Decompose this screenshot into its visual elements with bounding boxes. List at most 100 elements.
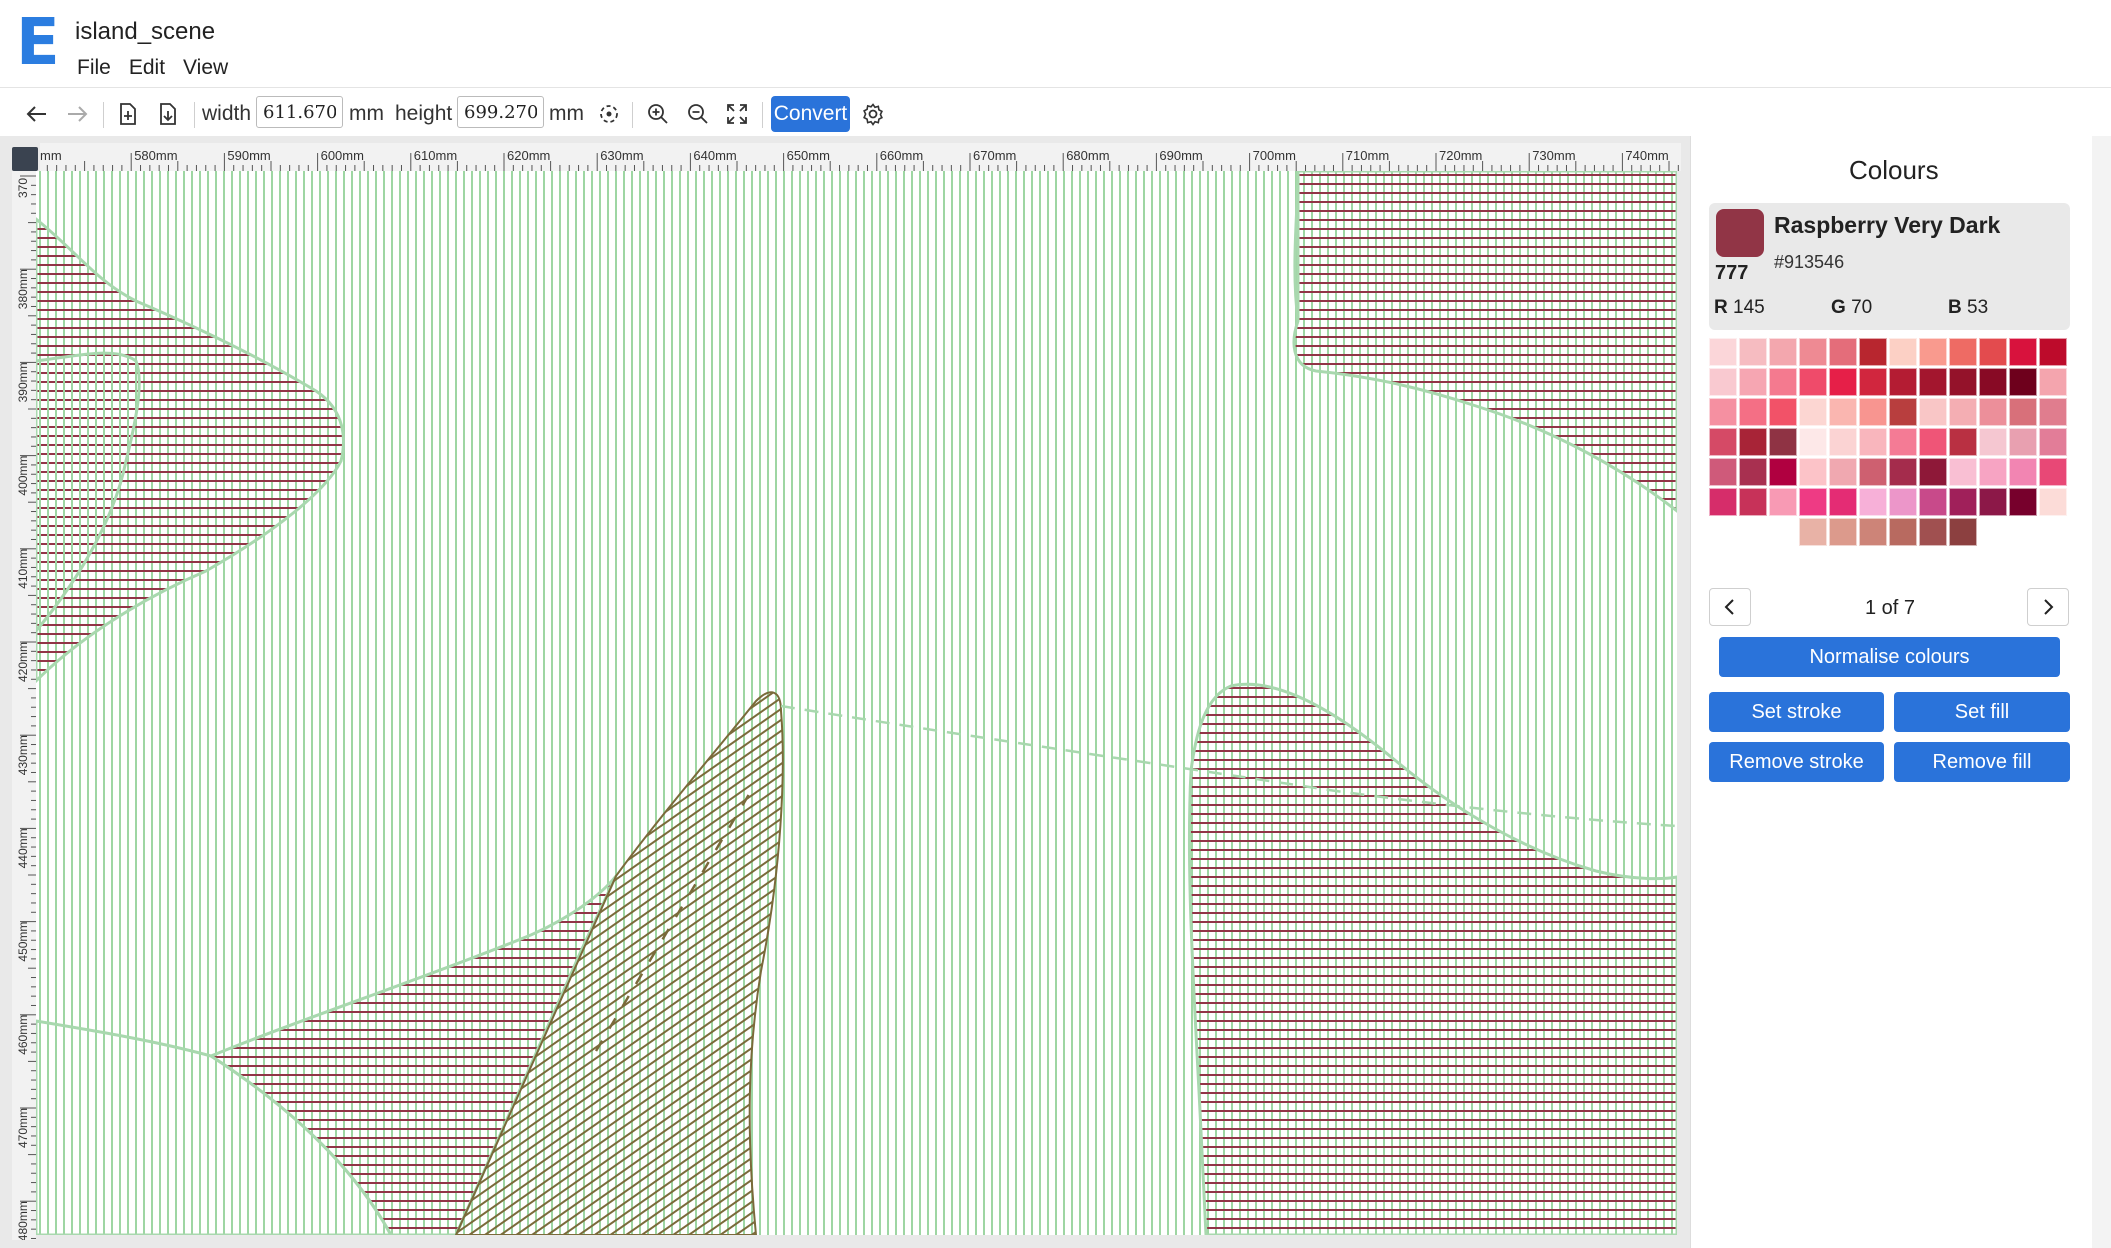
palette-swatch[interactable] [1859, 428, 1887, 456]
palette-swatch[interactable] [1859, 368, 1887, 396]
recenter-icon[interactable] [594, 94, 624, 134]
palette-swatch[interactable] [2039, 398, 2067, 426]
palette-swatch[interactable] [1859, 488, 1887, 516]
palette-swatch[interactable] [1919, 368, 1947, 396]
palette-swatch[interactable] [1799, 428, 1827, 456]
palette-swatch[interactable] [2009, 398, 2037, 426]
palette-swatch[interactable] [2009, 428, 2037, 456]
palette-swatch[interactable] [1709, 458, 1737, 486]
palette-swatch[interactable] [1769, 398, 1797, 426]
zoom-in-icon[interactable] [643, 94, 673, 134]
palette-swatch[interactable] [1709, 428, 1737, 456]
palette-swatch[interactable] [1829, 338, 1857, 366]
set-stroke-button[interactable]: Set stroke [1709, 692, 1884, 732]
remove-fill-button[interactable]: Remove fill [1894, 742, 2070, 782]
palette-swatch[interactable] [1949, 398, 1977, 426]
back-arrow-icon[interactable] [22, 94, 52, 134]
export-file-icon[interactable] [155, 94, 181, 134]
palette-swatch[interactable] [2009, 458, 2037, 486]
palette-swatch[interactable] [1799, 398, 1827, 426]
palette-swatch[interactable] [1739, 338, 1767, 366]
palette-swatch[interactable] [1859, 518, 1887, 546]
palette-swatch[interactable] [1709, 338, 1737, 366]
palette-swatch[interactable] [1949, 368, 1977, 396]
palette-swatch[interactable] [1979, 488, 2007, 516]
palette-swatch[interactable] [1919, 428, 1947, 456]
width-input[interactable] [256, 96, 343, 128]
palette-swatch[interactable] [1709, 398, 1737, 426]
menu-edit[interactable]: Edit [129, 56, 165, 80]
palette-swatch[interactable] [1739, 428, 1767, 456]
palette-swatch[interactable] [1859, 338, 1887, 366]
remove-stroke-button[interactable]: Remove stroke [1709, 742, 1884, 782]
palette-swatch[interactable] [1829, 368, 1857, 396]
palette-swatch[interactable] [1769, 458, 1797, 486]
palette-swatch[interactable] [1889, 398, 1917, 426]
palette-swatch[interactable] [1799, 458, 1827, 486]
height-input[interactable] [457, 96, 544, 128]
palette-swatch[interactable] [1889, 338, 1917, 366]
palette-swatch[interactable] [1769, 428, 1797, 456]
fit-screen-icon[interactable] [722, 94, 752, 134]
convert-button[interactable]: Convert [771, 96, 850, 132]
palette-swatch[interactable] [2009, 488, 2037, 516]
palette-swatch[interactable] [2039, 488, 2067, 516]
palette-swatch[interactable] [1799, 488, 1827, 516]
import-file-icon[interactable] [115, 94, 141, 134]
palette-swatch[interactable] [1949, 458, 1977, 486]
palette-swatch[interactable] [2039, 338, 2067, 366]
palette-swatch[interactable] [1859, 398, 1887, 426]
palette-swatch[interactable] [1889, 518, 1917, 546]
palette-swatch[interactable] [2039, 458, 2067, 486]
island-scene-drawing[interactable] [36, 171, 1677, 1235]
palette-swatch[interactable] [1829, 518, 1857, 546]
normalise-colours-button[interactable]: Normalise colours [1719, 637, 2060, 677]
menu-view[interactable]: View [183, 56, 228, 80]
drawing-canvas[interactable] [36, 171, 1677, 1235]
palette-swatch[interactable] [1949, 488, 1977, 516]
palette-swatch[interactable] [1919, 398, 1947, 426]
palette-swatch[interactable] [1979, 338, 2007, 366]
palette-swatch[interactable] [2009, 338, 2037, 366]
palette-swatch[interactable] [1979, 428, 2007, 456]
palette-swatch[interactable] [1709, 368, 1737, 396]
palette-swatch[interactable] [1739, 458, 1767, 486]
palette-swatch[interactable] [1799, 518, 1827, 546]
palette-swatch[interactable] [1919, 458, 1947, 486]
palette-swatch[interactable] [1829, 458, 1857, 486]
palette-swatch[interactable] [1919, 488, 1947, 516]
ruler-corner[interactable] [12, 147, 38, 171]
palette-swatch[interactable] [1949, 338, 1977, 366]
palette-swatch[interactable] [1739, 398, 1767, 426]
palette-swatch[interactable] [1829, 398, 1857, 426]
palette-swatch[interactable] [1739, 488, 1767, 516]
palette-swatch[interactable] [1919, 518, 1947, 546]
zoom-out-icon[interactable] [683, 94, 713, 134]
palette-swatch[interactable] [2039, 428, 2067, 456]
palette-swatch[interactable] [1889, 488, 1917, 516]
palette-swatch[interactable] [1979, 458, 2007, 486]
palette-swatch[interactable] [2039, 368, 2067, 396]
palette-swatch[interactable] [1889, 368, 1917, 396]
palette-swatch[interactable] [1799, 368, 1827, 396]
palette-swatch[interactable] [1919, 338, 1947, 366]
palette-swatch[interactable] [1979, 368, 2007, 396]
palette-swatch[interactable] [1709, 488, 1737, 516]
palette-swatch[interactable] [2009, 368, 2037, 396]
palette-swatch[interactable] [1769, 488, 1797, 516]
palette-swatch[interactable] [1859, 458, 1887, 486]
palette-swatch[interactable] [1739, 368, 1767, 396]
palette-swatch[interactable] [1829, 428, 1857, 456]
palette-swatch[interactable] [1769, 368, 1797, 396]
palette-swatch[interactable] [1889, 458, 1917, 486]
menu-file[interactable]: File [77, 56, 111, 80]
palette-swatch[interactable] [1889, 428, 1917, 456]
palette-swatch[interactable] [1979, 398, 2007, 426]
palette-swatch[interactable] [1949, 428, 1977, 456]
palette-prev-button[interactable] [1709, 588, 1751, 626]
palette-next-button[interactable] [2027, 588, 2069, 626]
palette-swatch[interactable] [1799, 338, 1827, 366]
settings-gear-icon[interactable] [858, 94, 888, 134]
palette-swatch[interactable] [1949, 518, 1977, 546]
palette-swatch[interactable] [1829, 488, 1857, 516]
